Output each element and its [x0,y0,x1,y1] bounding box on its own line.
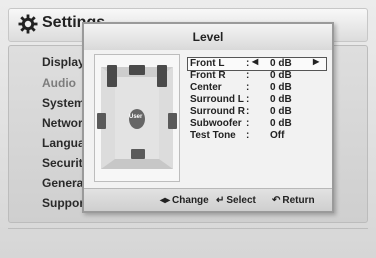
row-label: Front R [190,70,226,81]
arrow-left-icon[interactable]: ◀ [252,57,258,66]
dialog-body: User Front L : ◀ 0 dB ▶ Front R : 0 dB C… [84,50,332,188]
row-colon: : [246,58,250,69]
row-value: 0 dB [270,106,292,117]
row-value: Off [270,130,285,141]
level-row-surround-r[interactable]: Surround R : 0 dB [188,106,326,118]
speaker-diagram: User [94,54,180,182]
row-label: Surround L [190,94,244,105]
sidebar-item-general[interactable]: General [42,176,87,190]
left-right-arrows-icon: ◂▸ [160,195,171,206]
row-label: Surround R [190,106,245,117]
return-label: Return [282,195,315,206]
row-label: Front L [190,58,225,69]
row-colon: : [246,130,250,141]
level-row-front-l[interactable]: Front L : ◀ 0 dB ▶ [187,57,327,71]
user-marker-label: User [129,114,143,120]
row-value: 0 dB [270,58,292,69]
dialog-title: Level [192,30,224,44]
row-colon: : [246,118,250,129]
arrow-right-icon[interactable]: ▶ [313,57,319,66]
enter-icon: ↵ [216,195,225,206]
sidebar-item-system[interactable]: System [42,96,85,110]
row-value: 0 dB [270,94,292,105]
select-hint: ↵ Select [216,195,256,206]
level-row-surround-l[interactable]: Surround L : 0 dB [188,94,326,106]
divider [8,228,368,229]
level-settings-list: Front L : ◀ 0 dB ▶ Front R : 0 dB Center… [187,57,327,142]
row-label: Center [190,82,222,93]
select-label: Select [226,195,256,206]
row-colon: : [246,82,250,93]
level-row-front-r[interactable]: Front R : 0 dB [188,70,326,82]
row-label: Test Tone [190,130,236,141]
row-value: 0 dB [270,118,292,129]
change-label: Change [172,195,209,206]
level-row-center[interactable]: Center : 0 dB [188,82,326,94]
return-icon: ↶ [272,195,281,206]
row-colon: : [246,70,250,81]
change-hint: ◂▸ Change [160,195,209,206]
row-colon: : [246,106,250,117]
return-hint: ↶ Return [272,195,315,206]
level-row-subwoofer[interactable]: Subwoofer : 0 dB [188,118,326,130]
row-value: 0 dB [270,70,292,81]
row-colon: : [246,94,250,105]
row-value: 0 dB [270,82,292,93]
gear-icon [18,14,38,34]
dialog-footer: ◂▸ Change ↵ Select ↶ Return [84,188,332,211]
settings-screen: Settings Display Audio System Network La… [0,0,376,258]
sidebar-item-audio[interactable]: Audio [42,76,76,90]
level-row-test-tone[interactable]: Test Tone : Off [188,130,326,142]
sidebar-item-display[interactable]: Display [42,55,85,69]
level-dialog: Level User Front L: ◀ 0 dB ▶ Front R: … [82,22,334,213]
row-label: Subwoofer [190,118,242,129]
dialog-title-bar: Level [84,24,332,50]
